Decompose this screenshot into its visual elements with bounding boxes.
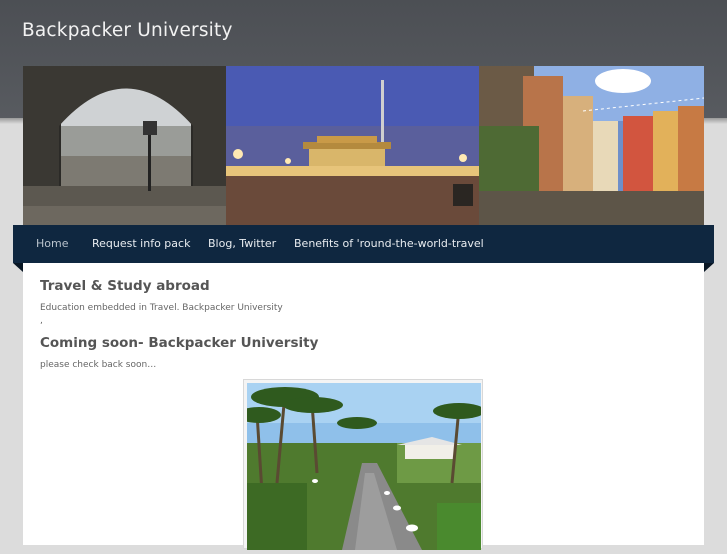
banner-photo-square [226,66,479,225]
post-text-coming-soon: please check back soon… [40,360,157,370]
nav-item-request-info-pack[interactable]: Request info pack [92,237,190,250]
banner-photo-village [479,66,704,225]
site-title[interactable]: Backpacker University [22,20,233,41]
banner-photo-archway [23,66,226,225]
main-nav: Home Request info pack Blog, Twitter Ben… [13,225,714,263]
post-text-travel-study: Education embedded in Travel. Backpacker… [40,303,283,313]
post-image-frame [237,379,485,550]
post-image-tropical-path [237,383,485,550]
nav-item-home[interactable]: Home [36,237,68,250]
nav-item-benefits[interactable]: Benefits of 'round-the-world-travel [294,237,484,250]
nav-fold-left [13,263,23,272]
main-content: Travel & Study abroad Education embedded… [23,263,704,550]
header-banner [23,66,704,225]
nav-fold-right [704,263,714,272]
post-text-comma: , [40,316,43,326]
nav-item-blog-twitter[interactable]: Blog, Twitter [208,237,276,250]
post-title-coming-soon[interactable]: Coming soon- Backpacker University [40,335,318,351]
post-title-travel-study[interactable]: Travel & Study abroad [40,278,210,294]
